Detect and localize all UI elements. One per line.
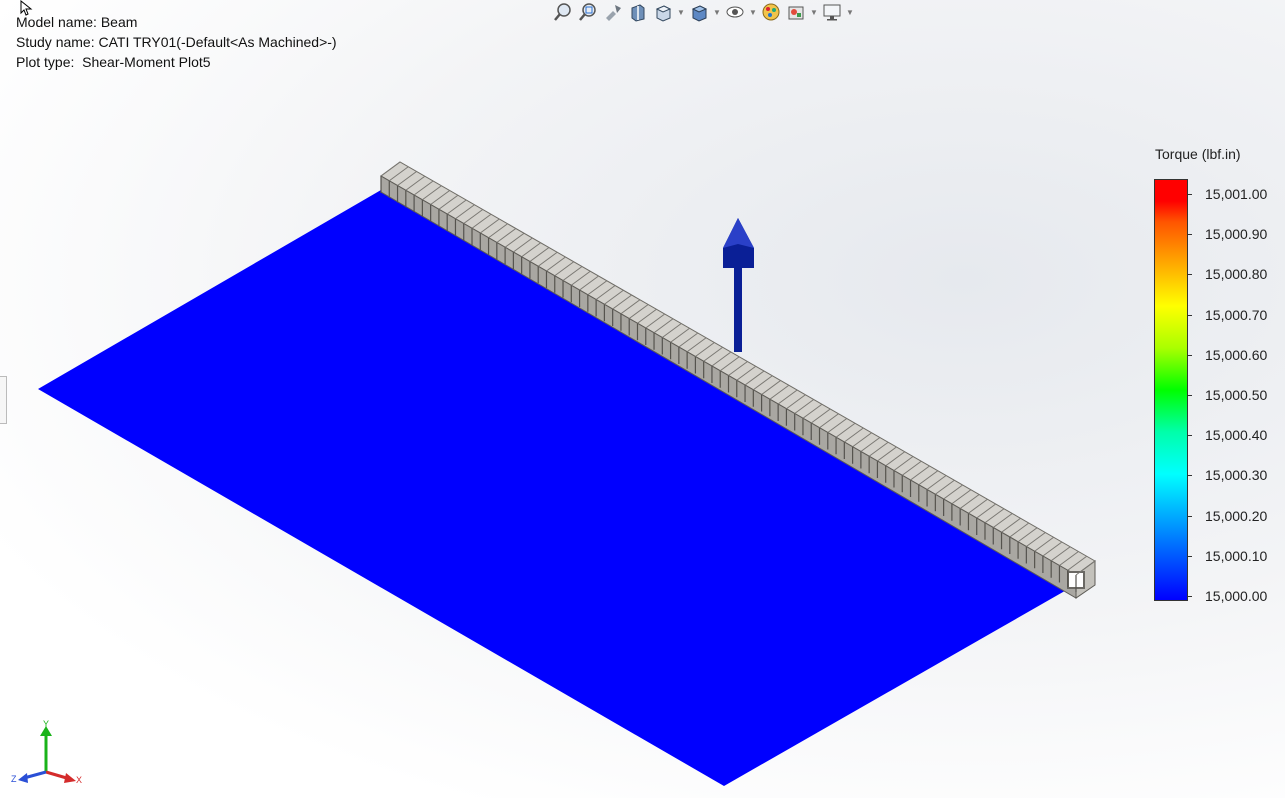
model-name-label: Model name: Beam xyxy=(16,14,138,30)
legend-tick xyxy=(1187,555,1192,557)
display-style-icon[interactable] xyxy=(688,1,710,23)
legend-title: Torque (lbf.in) xyxy=(1155,146,1241,162)
previous-view-icon[interactable] xyxy=(602,1,624,23)
legend-tick xyxy=(1187,435,1192,437)
plot-info: Model name: Beam Study name: CATI TRY01(… xyxy=(16,12,337,72)
zoom-to-area-icon[interactable] xyxy=(577,1,599,23)
legend-tick xyxy=(1187,354,1192,356)
legend-label: 15,000.90 xyxy=(1205,226,1268,243)
plot-type-label: Plot type: Shear-Moment Plot5 xyxy=(16,54,211,70)
mouse-cursor-icon xyxy=(20,0,34,21)
legend-tick xyxy=(1187,596,1192,597)
legend-tick xyxy=(1187,395,1192,396)
section-view-icon[interactable] xyxy=(627,1,649,23)
apply-scene-dropdown[interactable]: ▼ xyxy=(810,1,818,23)
legend-tick xyxy=(1187,475,1192,477)
legend-label: 15,000.30 xyxy=(1205,467,1268,484)
legend-label: 15,000.60 xyxy=(1205,346,1268,363)
hide-show-items-icon[interactable] xyxy=(724,1,746,23)
legend-label: 15,000.00 xyxy=(1205,588,1268,604)
legend-tick xyxy=(1187,274,1192,276)
display-style-dropdown[interactable]: ▼ xyxy=(713,1,721,23)
reference-triad: Y X Z xyxy=(11,719,82,785)
heads-up-view-toolbar: ▼ ▼ ▼ ▼ ▼ xyxy=(552,0,854,24)
apply-scene-icon[interactable] xyxy=(785,1,807,23)
view-orientation-dropdown[interactable]: ▼ xyxy=(677,1,685,23)
triad-x-label: X xyxy=(76,775,82,785)
zoom-to-fit-icon[interactable] xyxy=(552,1,574,23)
view-settings-icon[interactable] xyxy=(821,1,843,23)
legend-label: 15,000.20 xyxy=(1205,507,1268,524)
legend-tick xyxy=(1187,194,1192,195)
view-settings-dropdown[interactable]: ▼ xyxy=(846,1,854,23)
legend-tick xyxy=(1187,515,1192,517)
view-orientation-icon[interactable] xyxy=(652,1,674,23)
legend-label: 15,000.10 xyxy=(1205,547,1268,564)
graphics-viewport[interactable]: Model name: Beam Study name: CATI TRY01(… xyxy=(0,0,1285,798)
legend-label: 15,000.80 xyxy=(1205,266,1268,283)
feature-manager-expand-tab[interactable] xyxy=(0,376,7,424)
hide-show-items-dropdown[interactable]: ▼ xyxy=(749,1,757,23)
legend-label: 15,001.00 xyxy=(1205,186,1268,202)
legend-label: 15,000.70 xyxy=(1205,306,1268,323)
legend-color-bar xyxy=(1154,179,1188,601)
model-canvas xyxy=(38,161,1096,786)
study-name-label: Study name: CATI TRY01(-Default<As Machi… xyxy=(16,34,337,50)
legend-label: 15,000.40 xyxy=(1205,427,1268,444)
legend-label: 15,000.50 xyxy=(1205,387,1268,403)
edit-appearance-icon[interactable] xyxy=(760,1,782,23)
load-arrow xyxy=(723,218,754,352)
legend-tick xyxy=(1187,234,1192,236)
triad-z-label: Z xyxy=(11,774,17,784)
triad-y-label: Y xyxy=(43,719,49,729)
legend-tick xyxy=(1187,314,1192,316)
